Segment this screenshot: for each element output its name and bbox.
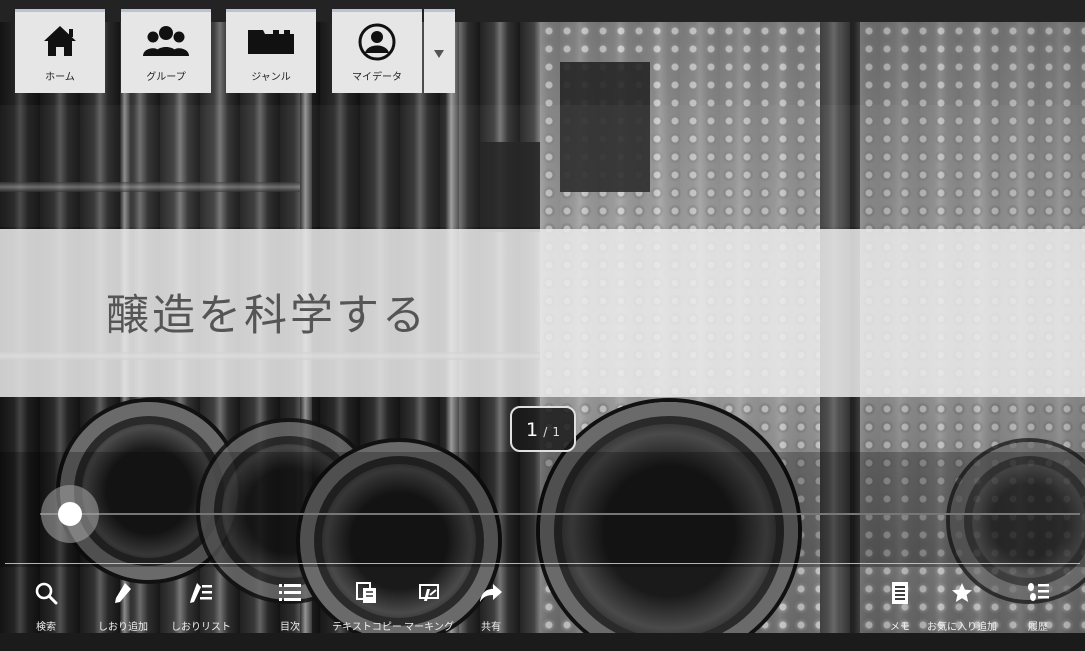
page-total: 1 bbox=[552, 425, 560, 439]
marking-icon bbox=[419, 584, 439, 601]
dropdown-arrow-icon bbox=[434, 50, 444, 58]
nav-home-label: ホーム bbox=[45, 72, 75, 83]
home-icon bbox=[44, 26, 76, 56]
page-slider-knob bbox=[58, 502, 82, 526]
bottom-strip bbox=[0, 633, 1085, 651]
header-shade bbox=[0, 105, 1085, 227]
page-separator: / bbox=[543, 425, 548, 439]
genre-icon bbox=[248, 30, 294, 54]
page-current: 1 bbox=[526, 419, 539, 441]
bookmark-add-icon bbox=[115, 583, 131, 603]
share-icon bbox=[480, 584, 502, 602]
nav-genre-button[interactable]: ジャンル bbox=[226, 9, 316, 93]
slider-shade bbox=[0, 452, 1085, 567]
mydata-icon bbox=[358, 23, 396, 61]
page-slider-track[interactable] bbox=[40, 513, 1080, 515]
nav-dropdown-button[interactable] bbox=[424, 9, 455, 93]
nav-group-label: グループ bbox=[146, 72, 186, 83]
history-icon bbox=[1028, 583, 1049, 601]
memo-icon bbox=[892, 582, 908, 604]
nav-genre-label: ジャンル bbox=[251, 72, 291, 83]
toc-icon bbox=[279, 584, 301, 601]
text-copy-icon bbox=[356, 582, 376, 603]
group-icon bbox=[143, 26, 189, 56]
nav-mydata-label: マイデータ bbox=[352, 72, 402, 83]
toolbar-divider bbox=[5, 563, 1080, 564]
title-band: 醸造を科学する bbox=[0, 229, 1085, 397]
search-icon bbox=[35, 582, 58, 605]
nav-home-button[interactable]: ホーム bbox=[15, 9, 105, 93]
favorite-add-icon bbox=[952, 583, 972, 602]
page-slider-handle[interactable] bbox=[41, 485, 99, 543]
book-title: 醸造を科学する bbox=[106, 291, 428, 341]
nav-group-button[interactable]: グループ bbox=[121, 9, 211, 93]
page-counter: 1 / 1 bbox=[510, 406, 576, 452]
nav-mydata-button[interactable]: マイデータ bbox=[332, 9, 422, 93]
bookmark-list-icon bbox=[190, 583, 212, 603]
